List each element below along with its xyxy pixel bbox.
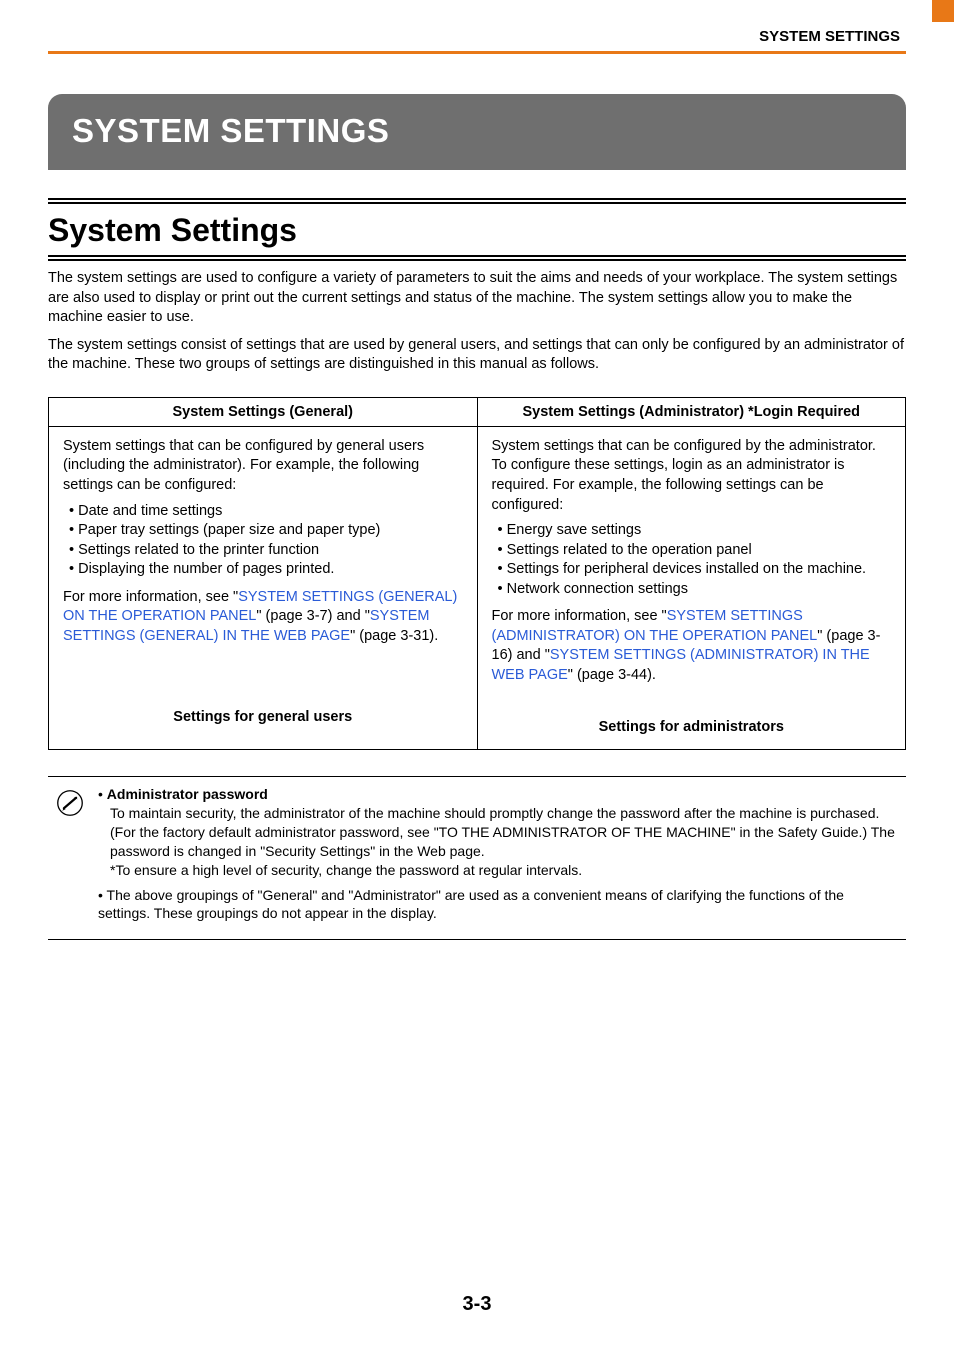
text: " (page 3-44). [568,667,656,683]
note-icon [56,789,84,817]
header-label: SYSTEM SETTINGS [48,28,906,45]
list-item: • Settings related to the operation pane… [498,541,892,561]
note-body: To maintain security, the administrator … [98,804,898,861]
col1-footer: Settings for general users [49,700,478,750]
note-body-2: The above groupings of "General" and "Ad… [98,887,844,922]
list-item: • Network connection settings [498,580,892,600]
list-item: • Date and time settings [69,502,463,522]
col2-header: System Settings (Administrator) *Login R… [477,397,906,426]
list-item: • Paper tray settings (paper size and pa… [69,521,463,541]
text: For more information, see " [63,589,238,605]
intro-paragraph-2: The system settings consist of settings … [48,336,906,375]
divider-bottom2 [48,259,906,261]
note-sub: *To ensure a high level of security, cha… [98,861,582,880]
intro-paragraph-1: The system settings are used to configur… [48,269,906,328]
note-title: Administrator password [107,786,268,802]
settings-table: System Settings (General) System Setting… [48,397,906,750]
col1-body: System settings that can be configured b… [49,426,478,699]
col1-header: System Settings (General) [49,397,478,426]
text: For more information, see " [492,608,667,624]
note-content: • Administrator password To maintain sec… [98,785,898,929]
divider-top [48,198,906,200]
note-item-1: • Administrator password To maintain sec… [98,785,898,879]
list-item: • Energy save settings [498,521,892,541]
header-underline [48,51,906,54]
col1-desc: System settings that can be configured b… [63,437,463,496]
col2-desc: System settings that can be configured b… [492,437,892,515]
list-item: • Settings related to the printer functi… [69,541,463,561]
list-item: • Settings for peripheral devices instal… [498,560,892,580]
list-item: • Displaying the number of pages printed… [69,560,463,580]
col2-footer: Settings for administrators [477,700,906,750]
page-title: SYSTEM SETTINGS [72,112,882,150]
col2-more-info: For more information, see "SYSTEM SETTIN… [492,607,892,685]
text: " (page 3-31). [350,628,438,644]
divider-top2 [48,255,906,257]
text: " (page 3-7) and " [256,608,369,624]
bullet: • [98,786,107,802]
col2-body: System settings that can be configured b… [477,426,906,699]
section-title: System Settings [48,212,906,249]
title-block: SYSTEM SETTINGS [48,94,906,170]
corner-accent [932,0,954,22]
divider-bottom [48,202,906,204]
note-item-2: • The above groupings of "General" and "… [98,886,898,924]
col1-more-info: For more information, see "SYSTEM SETTIN… [63,588,463,647]
section-heading: System Settings [48,198,906,261]
col1-bullets: • Date and time settings • Paper tray se… [63,502,463,580]
bullet: • [98,887,107,903]
page-number: 3-3 [0,1293,954,1316]
page-header: SYSTEM SETTINGS [0,0,954,54]
note-box: • Administrator password To maintain sec… [48,776,906,940]
col2-bullets: • Energy save settings • Settings relate… [492,521,892,599]
